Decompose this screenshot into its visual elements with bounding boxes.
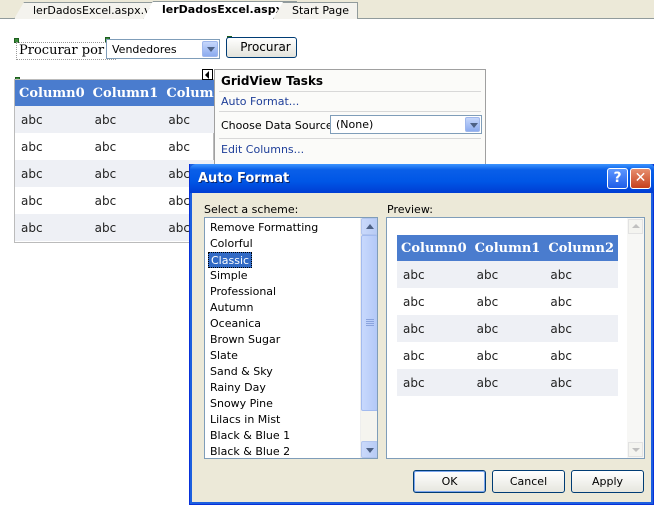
list-item[interactable]: Autumn [208, 300, 255, 316]
auto-format-link[interactable]: Auto Format... [221, 95, 299, 108]
tab-lerdadosexcel-aspx-vb[interactable]: lerDadosExcel.aspx.vb [14, 2, 167, 19]
select-value: Vendedores [112, 43, 177, 56]
list-item[interactable]: Remove Formatting [208, 220, 320, 236]
scheme-scrollbar[interactable] [360, 218, 377, 458]
help-icon[interactable]: ? [607, 168, 628, 189]
list-item[interactable]: Black & Blue 2 [208, 444, 292, 458]
table-cell: abc [476, 348, 499, 363]
table-row: abc abc abc [397, 369, 619, 396]
table-row: abc abc abc [15, 133, 236, 160]
preview-label: Preview: [387, 203, 433, 216]
table-cell: abc [21, 139, 43, 154]
header-row: Column0 Column1 Column2 [397, 235, 619, 261]
preview-pane: Column0 Column1 Column2 abc abc abc abc … [386, 217, 645, 459]
edit-columns-link[interactable]: Edit Columns... [221, 143, 304, 156]
column-header: Column1 [470, 235, 545, 261]
document-tab-strip: lerDadosExcel.aspx.vb lerDadosExcel.aspx… [0, 0, 654, 20]
tab-start-page[interactable]: Start Page [273, 2, 358, 19]
scroll-thumb[interactable] [361, 235, 377, 411]
column-header: Column0 [397, 235, 471, 261]
table-cell: abc [15, 160, 89, 187]
table-cell: abc [397, 261, 471, 288]
scroll-down-icon[interactable] [361, 441, 377, 458]
apply-button[interactable]: Apply [571, 470, 644, 493]
table-cell: abc [544, 369, 619, 396]
table-cell: abc [15, 214, 89, 241]
list-item[interactable]: Oceanica [208, 316, 263, 332]
dialog-titlebar[interactable]: Auto Format ? ✕ [190, 164, 654, 193]
ok-button[interactable]: OK [413, 470, 486, 493]
chevron-down-icon[interactable] [465, 117, 480, 132]
table-row: abc abc abc [397, 342, 618, 369]
data-source-select[interactable]: (None) [330, 115, 482, 134]
procurar-button[interactable]: Procurar [226, 37, 297, 58]
table-cell: abc [403, 294, 425, 309]
column-header: Column1 [88, 80, 163, 106]
list-item[interactable]: Colorful [208, 236, 255, 252]
gridview-tasks-panel: GridView Tasks Auto Format... Choose Dat… [214, 69, 486, 169]
table-row: abc abc abc [15, 106, 237, 133]
column-header: Column2 [544, 235, 619, 261]
scheme-label: Select a scheme: [204, 203, 299, 216]
list-item[interactable]: Sand & Sky [208, 364, 275, 380]
table-cell: abc [94, 193, 117, 208]
table-cell: abc [544, 315, 619, 342]
header-row: Column0 Column1 Column2 [15, 80, 237, 106]
table-cell: abc [88, 214, 163, 241]
table-cell: abc [550, 294, 572, 309]
cancel-button[interactable]: Cancel [492, 470, 565, 493]
list-item[interactable]: Slate [208, 348, 240, 364]
search-type-select[interactable]: Vendedores [106, 39, 220, 59]
table-cell: abc [470, 261, 545, 288]
table-cell: abc [94, 139, 117, 154]
table-cell: abc [21, 193, 43, 208]
choose-data-source-label: Choose Data Source: [221, 119, 337, 132]
divider [219, 111, 481, 112]
table-row: abc abc abc [397, 288, 618, 315]
gridview-control[interactable]: Column0 Column1 Column2 abc abc abc abc … [14, 79, 237, 243]
list-item[interactable]: Rainy Day [208, 380, 268, 396]
list-item[interactable]: Snowy Pine [208, 396, 275, 412]
close-icon[interactable]: ✕ [630, 168, 651, 189]
table-cell: abc [397, 315, 471, 342]
table-row: abc abc abc [397, 315, 619, 342]
table-cell: abc [88, 106, 163, 133]
tasks-title: GridView Tasks [221, 74, 324, 88]
scroll-up-icon [628, 219, 643, 234]
list-item[interactable]: Black & Blue 1 [208, 428, 292, 444]
smart-tag-collapse-icon[interactable] [202, 69, 213, 80]
list-item-selected[interactable]: Classic [208, 252, 253, 268]
column-header: Column0 [15, 80, 89, 106]
scroll-up-icon[interactable] [361, 218, 377, 235]
tab-label: Start Page [292, 4, 349, 17]
table-cell: abc [550, 348, 572, 363]
preview-scrollbar [627, 218, 644, 458]
table-cell: abc [88, 160, 163, 187]
dialog-title: Auto Format [198, 171, 290, 186]
list-item[interactable]: Simple [208, 268, 250, 284]
table-row: abc abc abc [397, 261, 619, 288]
select-value: (None) [336, 118, 374, 131]
tab-label: lerDadosExcel.aspx.vb [33, 4, 158, 17]
auto-format-dialog: Auto Format ? ✕ Select a scheme: Preview… [189, 164, 654, 505]
preview-grid: Column0 Column1 Column2 abc abc abc abc … [397, 235, 619, 396]
divider [219, 138, 481, 139]
tab-label: lerDadosExcel.aspx* [162, 3, 289, 16]
scroll-down-icon [628, 442, 643, 457]
divider [219, 91, 481, 92]
table-cell: abc [470, 315, 545, 342]
table-cell: abc [403, 348, 425, 363]
table-cell: abc [397, 369, 471, 396]
procurar-label: Procurar por : [16, 42, 116, 60]
table-cell: abc [476, 294, 499, 309]
table-cell: abc [544, 261, 619, 288]
chevron-down-icon[interactable] [202, 41, 218, 57]
list-item[interactable]: Professional [208, 284, 278, 300]
list-item[interactable]: Lilacs in Mist [208, 412, 282, 428]
table-cell: abc [470, 369, 545, 396]
scheme-listbox[interactable]: Remove Formatting Colorful Classic Simpl… [204, 217, 378, 459]
table-cell: abc [15, 106, 89, 133]
list-item[interactable]: Brown Sugar [208, 332, 282, 348]
